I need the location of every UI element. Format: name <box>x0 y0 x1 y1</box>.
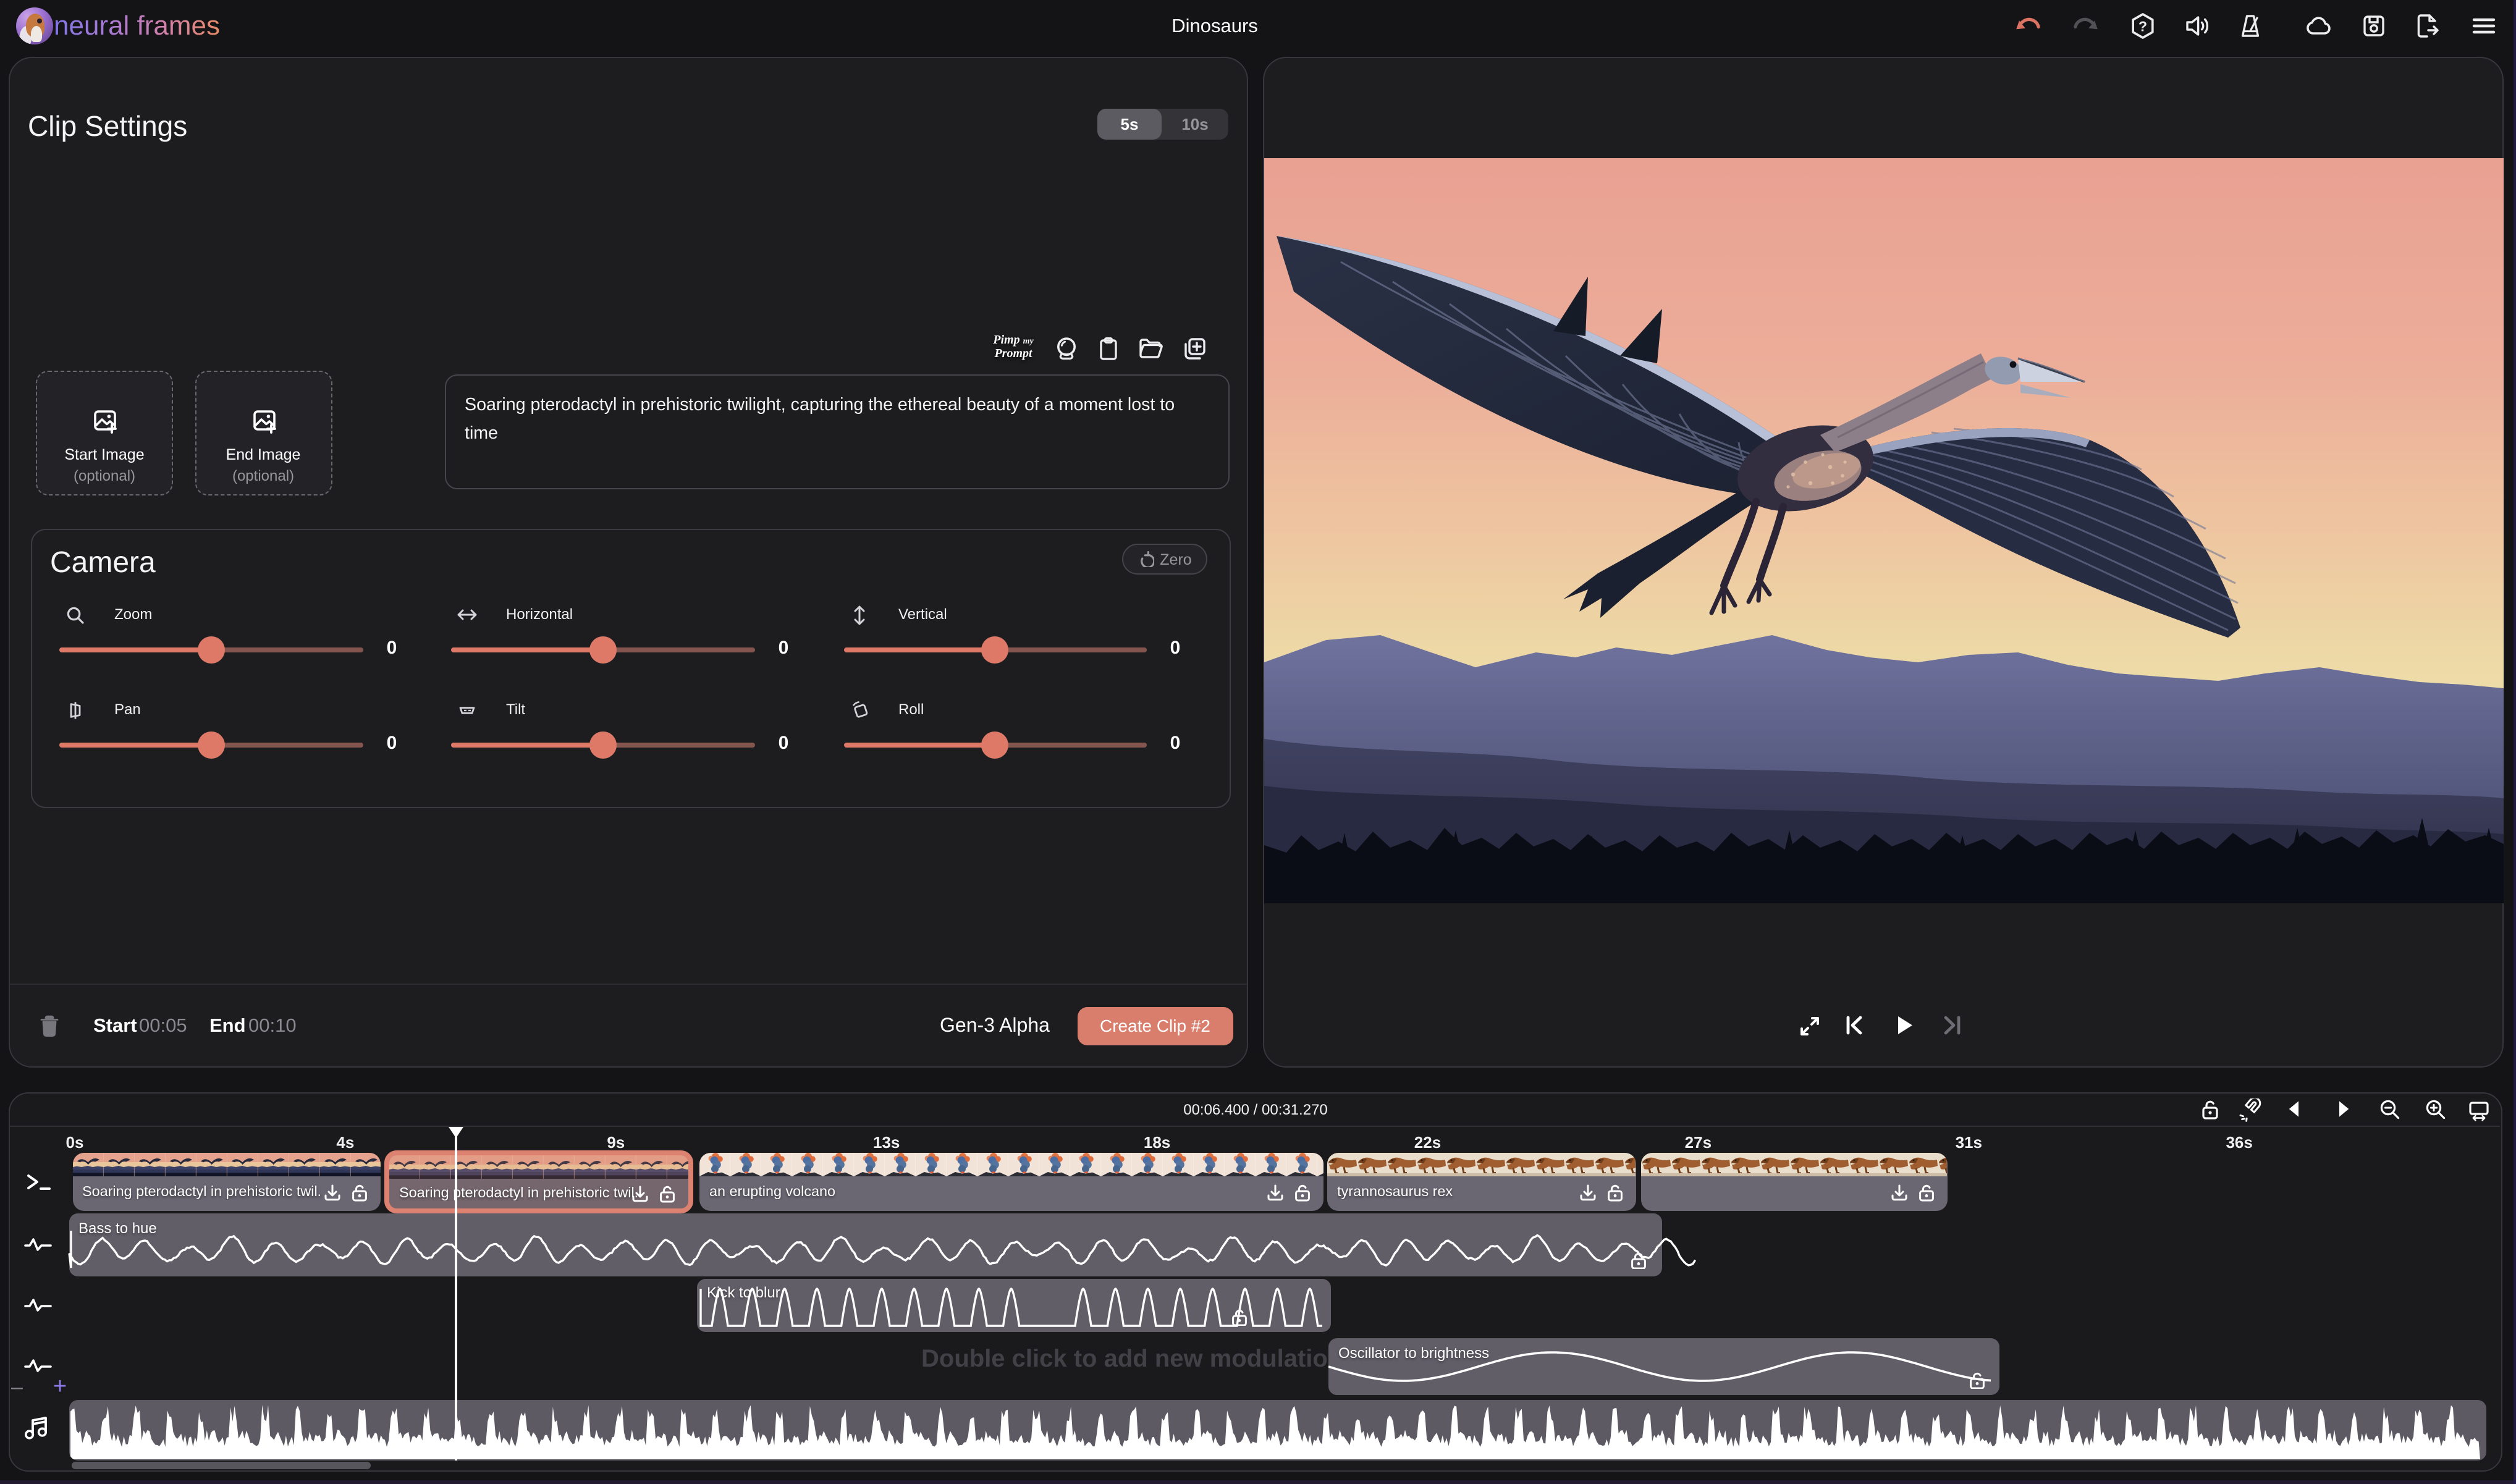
svg-text:?: ? <box>2138 18 2147 34</box>
